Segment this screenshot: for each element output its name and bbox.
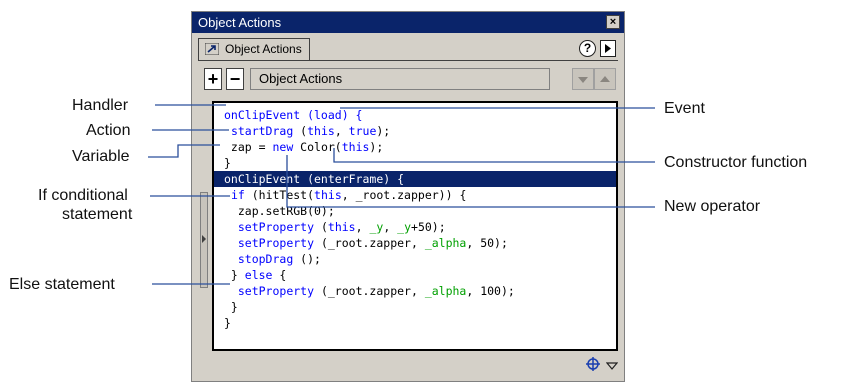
- leader-constructor: [333, 148, 655, 163]
- leader-new-operator: [286, 155, 655, 208]
- leader-variable: [148, 144, 220, 158]
- callout-leader-lines: [148, 104, 655, 285]
